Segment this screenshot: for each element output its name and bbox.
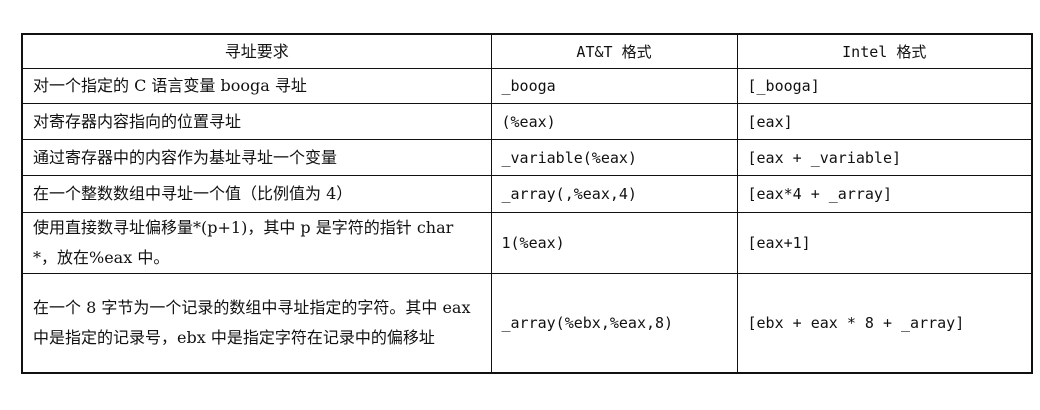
cell-requirement: 对一个指定的 C 语言变量 booga 寻址 (21, 68, 492, 104)
cell-att: _booga (490, 68, 738, 104)
cell-requirement: 对寄存器内容指向的位置寻址 (21, 103, 492, 140)
table-row: 在一个整数数组中寻址一个值（比例值为 4） _array(,%eax,4) [e… (21, 175, 1033, 213)
cell-intel: [eax*4 + _array] (736, 175, 1033, 213)
header-requirement: 寻址要求 (21, 33, 492, 69)
cell-intel: [eax] (736, 103, 1033, 140)
table-row: 对寄存器内容指向的位置寻址 (%eax) [eax] (21, 103, 1033, 140)
cell-intel: [_booga] (736, 68, 1033, 104)
table-row: 对一个指定的 C 语言变量 booga 寻址 _booga [_booga] (21, 68, 1033, 104)
cell-requirement: 使用直接数寻址偏移量*(p+1)，其中 p 是字符的指针 char *，放在%e… (21, 212, 492, 274)
table-row: 在一个 8 字节为一个记录的数组中寻址指定的字符。其中 eax 中是指定的记录号… (21, 273, 1033, 374)
cell-requirement: 在一个 8 字节为一个记录的数组中寻址指定的字符。其中 eax 中是指定的记录号… (21, 273, 492, 374)
table-header-row: 寻址要求 AT&T 格式 Intel 格式 (21, 33, 1033, 69)
table-row: 使用直接数寻址偏移量*(p+1)，其中 p 是字符的指针 char *，放在%e… (21, 212, 1033, 274)
table-row: 通过寄存器中的内容作为基址寻址一个变量 _variable(%eax) [eax… (21, 139, 1033, 176)
cell-requirement: 通过寄存器中的内容作为基址寻址一个变量 (21, 139, 492, 176)
cell-att: _variable(%eax) (490, 139, 738, 176)
cell-intel: [eax+1] (736, 212, 1033, 274)
cell-requirement: 在一个整数数组中寻址一个值（比例值为 4） (21, 175, 492, 213)
addressing-modes-table: 寻址要求 AT&T 格式 Intel 格式 对一个指定的 C 语言变量 boog… (21, 33, 1033, 374)
cell-att: 1(%eax) (490, 212, 738, 274)
cell-intel: [ebx + eax * 8 + _array] (736, 273, 1033, 374)
cell-att: (%eax) (490, 103, 738, 140)
header-intel-format: Intel 格式 (736, 33, 1033, 69)
header-att-format: AT&T 格式 (490, 33, 738, 69)
cell-att: _array(%ebx,%eax,8) (490, 273, 738, 374)
cell-att: _array(,%eax,4) (490, 175, 738, 213)
addressing-table-container: 寻址要求 AT&T 格式 Intel 格式 对一个指定的 C 语言变量 boog… (21, 33, 1033, 374)
cell-intel: [eax + _variable] (736, 139, 1033, 176)
